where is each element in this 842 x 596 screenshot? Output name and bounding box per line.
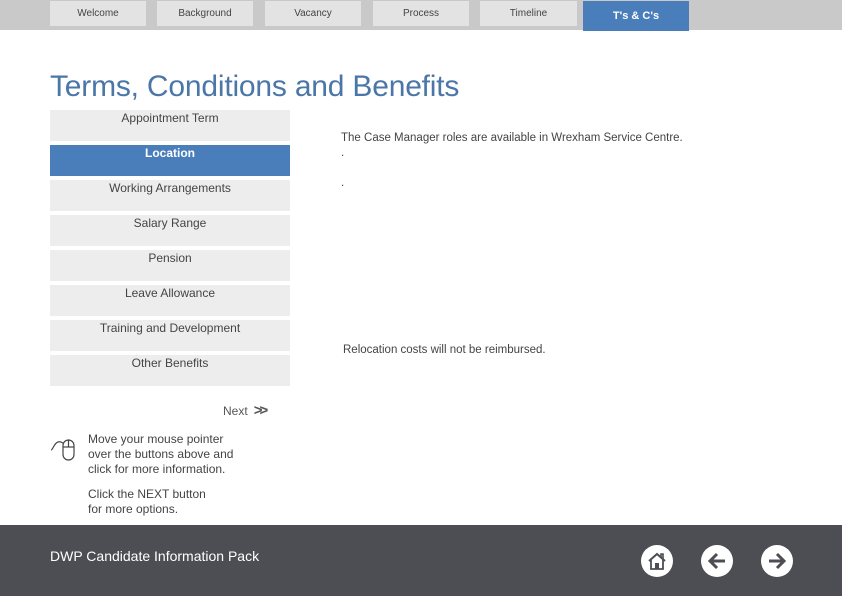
help-line: over the buttons above and [88,447,234,461]
menu-item-other-benefits[interactable]: Other Benefits [50,355,290,386]
top-navigation-bar: Welcome Background Vacancy Process Timel… [0,0,842,31]
content-dot: . [341,147,345,159]
home-button[interactable] [641,545,673,577]
arrow-left-icon [707,552,725,570]
topic-menu: Appointment Term Location Working Arrang… [50,110,290,390]
menu-item-appointment-term[interactable]: Appointment Term [50,110,290,141]
footer-title: DWP Candidate Information Pack [50,548,260,564]
next-button[interactable]: Next >> [223,402,268,419]
help-line: for more options. [88,502,179,516]
menu-item-leave-allowance[interactable]: Leave Allowance [50,285,290,316]
menu-item-salary-range[interactable]: Salary Range [50,215,290,246]
double-chevron-right-icon: >> [253,402,268,419]
page-title: Terms, Conditions and Benefits [50,70,460,103]
help-line: Move your mouse pointer [88,432,224,446]
relocation-text: Relocation costs will not be reimbursed. [343,344,546,356]
mouse-icon [50,439,75,461]
next-label: Next [223,403,248,418]
tab-process[interactable]: Process [373,1,469,26]
arrow-right-icon [769,552,787,570]
help-text-mouse: Move your mouse pointer over the buttons… [88,432,233,477]
help-line: click for more information. [88,462,226,476]
menu-item-working-arrangements[interactable]: Working Arrangements [50,180,290,211]
menu-item-pension[interactable]: Pension [50,250,290,281]
footer-bar: DWP Candidate Information Pack [0,525,842,596]
tab-welcome[interactable]: Welcome [50,1,146,26]
tab-background[interactable]: Background [157,1,253,26]
content-dot: . [341,177,345,189]
back-button[interactable] [701,545,733,577]
tab-terms-conditions[interactable]: T's & C's [583,1,689,31]
forward-button[interactable] [761,545,793,577]
tab-vacancy[interactable]: Vacancy [265,1,361,26]
menu-item-training-development[interactable]: Training and Development [50,320,290,351]
location-text: The Case Manager roles are available in … [341,132,683,144]
menu-item-location[interactable]: Location [50,145,290,176]
tab-timeline[interactable]: Timeline [480,1,577,26]
home-icon [648,552,666,570]
help-text-next: Click the NEXT button for more options. [88,487,206,517]
help-line: Click the NEXT button [88,487,206,501]
